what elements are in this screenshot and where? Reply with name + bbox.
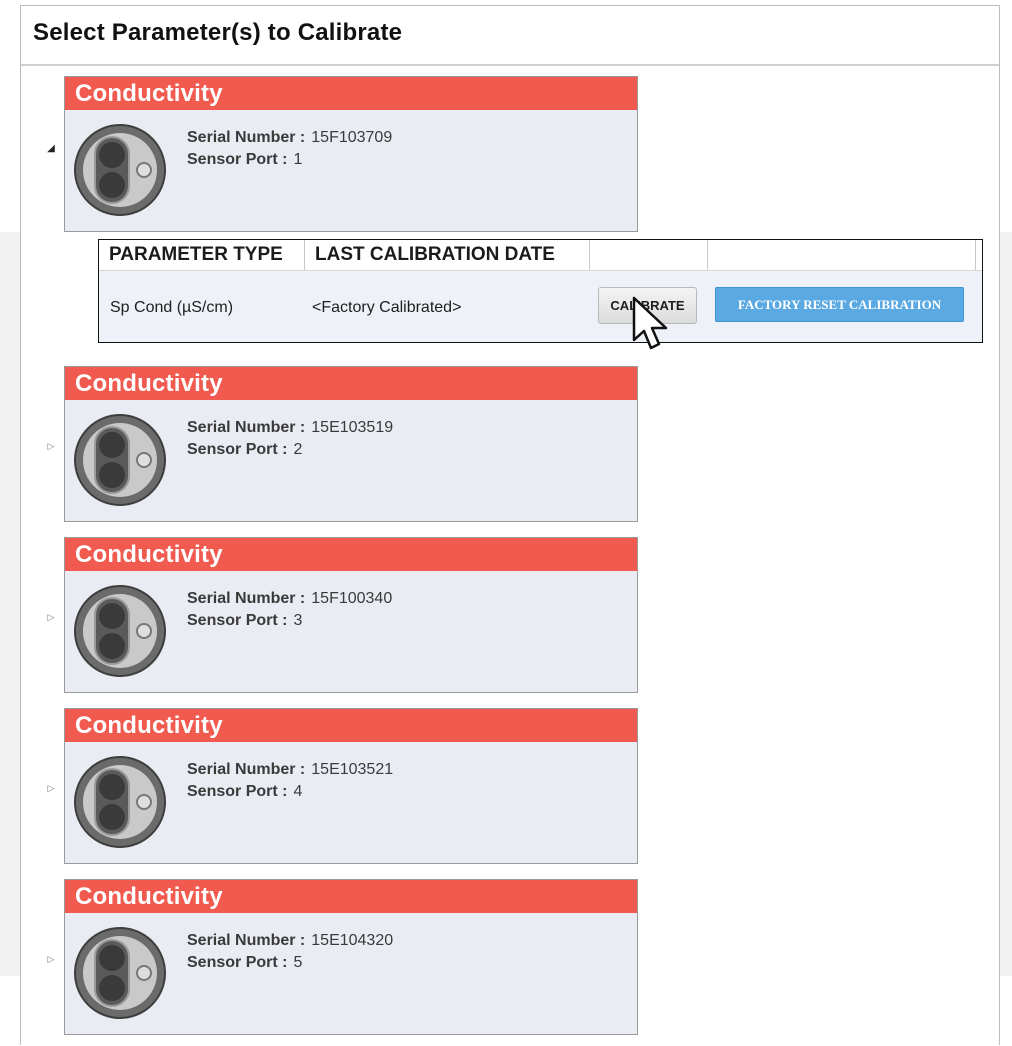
serial-number-value: 15F103709 [311, 129, 393, 146]
column-header-last-calibration: LAST CALIBRATION DATE [305, 240, 590, 270]
sensor-port-value: 5 [293, 954, 303, 971]
sensor-info: Serial Number : 15F100340 Sensor Port : 3 [187, 588, 392, 632]
sensor-info: Serial Number : 15E103519 Sensor Port : 2 [187, 417, 393, 461]
sensor-port-label: Sensor Port : [187, 441, 288, 458]
panel-header: Select Parameter(s) to Calibrate [21, 6, 999, 66]
serial-number-label: Serial Number : [187, 129, 306, 146]
serial-number-value: 15F100340 [311, 590, 393, 607]
serial-number-label: Serial Number : [187, 590, 306, 607]
triangle-collapsed-icon[interactable]: ▷ [45, 440, 57, 452]
parameter-type-cell: Sp Cond (µS/cm) [110, 299, 234, 316]
serial-number-label: Serial Number : [187, 419, 306, 436]
conductivity-sensor-icon [74, 414, 166, 506]
triangle-expanded-icon[interactable]: ◢ [45, 143, 57, 155]
panel-title: Select Parameter(s) to Calibrate [33, 19, 403, 46]
factory-reset-calibration-button[interactable]: FACTORY RESET CALIBRATION [715, 287, 964, 322]
serial-number-label: Serial Number : [187, 932, 306, 949]
sensor-type-label: Conductivity [65, 880, 637, 913]
serial-number-value: 15E104320 [311, 932, 394, 949]
sensor-type-label: Conductivity [65, 709, 637, 742]
serial-number-value: 15E103521 [311, 761, 394, 778]
sensor-card-4[interactable]: Conductivity Serial Number : 15E103521 Se… [64, 708, 638, 864]
serial-number-label: Serial Number : [187, 761, 306, 778]
sensor-card-2[interactable]: Conductivity Serial Number : 15E103519 Se… [64, 366, 638, 522]
conductivity-sensor-icon [74, 756, 166, 848]
serial-number-value: 15E103519 [311, 419, 394, 436]
sensor-info: Serial Number : 15E104320 Sensor Port : 5 [187, 930, 393, 974]
triangle-collapsed-icon[interactable]: ▷ [45, 782, 57, 794]
sensor-type-label: Conductivity [65, 77, 637, 110]
sensor-info: Serial Number : 15E103521 Sensor Port : 4 [187, 759, 393, 803]
sensor-port-value: 2 [293, 441, 303, 458]
column-header-empty-2 [708, 240, 976, 270]
column-header-empty-1 [590, 240, 708, 270]
sensor-type-label: Conductivity [65, 538, 637, 571]
sensor-port-label: Sensor Port : [187, 151, 288, 168]
column-header-parameter-type: PARAMETER TYPE [99, 240, 305, 270]
sensor-list: ◢ Conductivity Serial Number : 15F103709 … [21, 66, 999, 1046]
conductivity-sensor-icon [74, 927, 166, 1019]
calibrate-panel: Select Parameter(s) to Calibrate ◢ Condu… [20, 5, 1000, 1046]
sensor-card-1[interactable]: Conductivity Serial Number : 15F103709 Se… [64, 76, 638, 232]
sensor-type-label: Conductivity [65, 367, 637, 400]
sensor-port-label: Sensor Port : [187, 954, 288, 971]
triangle-collapsed-icon[interactable]: ▷ [45, 953, 57, 965]
sensor-card-3[interactable]: Conductivity Serial Number : 15F100340 Se… [64, 537, 638, 693]
mouse-pointer-icon [632, 296, 668, 350]
sensor-card-5[interactable]: Conductivity Serial Number : 15E104320 Se… [64, 879, 638, 1035]
sensor-port-label: Sensor Port : [187, 783, 288, 800]
parameter-table: PARAMETER TYPE LAST CALIBRATION DATE Sp … [98, 239, 983, 343]
conductivity-sensor-icon [74, 585, 166, 677]
sensor-port-value: 3 [293, 612, 303, 629]
last-calibration-cell: <Factory Calibrated> [312, 299, 462, 316]
sensor-info: Serial Number : 15F103709 Sensor Port : 1 [187, 127, 392, 171]
conductivity-sensor-icon [74, 124, 166, 216]
sensor-port-value: 1 [293, 151, 303, 168]
triangle-collapsed-icon[interactable]: ▷ [45, 611, 57, 623]
sensor-port-label: Sensor Port : [187, 612, 288, 629]
parameter-table-header: PARAMETER TYPE LAST CALIBRATION DATE [99, 240, 982, 271]
table-row[interactable]: Sp Cond (µS/cm) <Factory Calibrated> CAL… [99, 271, 982, 342]
sensor-port-value: 4 [293, 783, 303, 800]
